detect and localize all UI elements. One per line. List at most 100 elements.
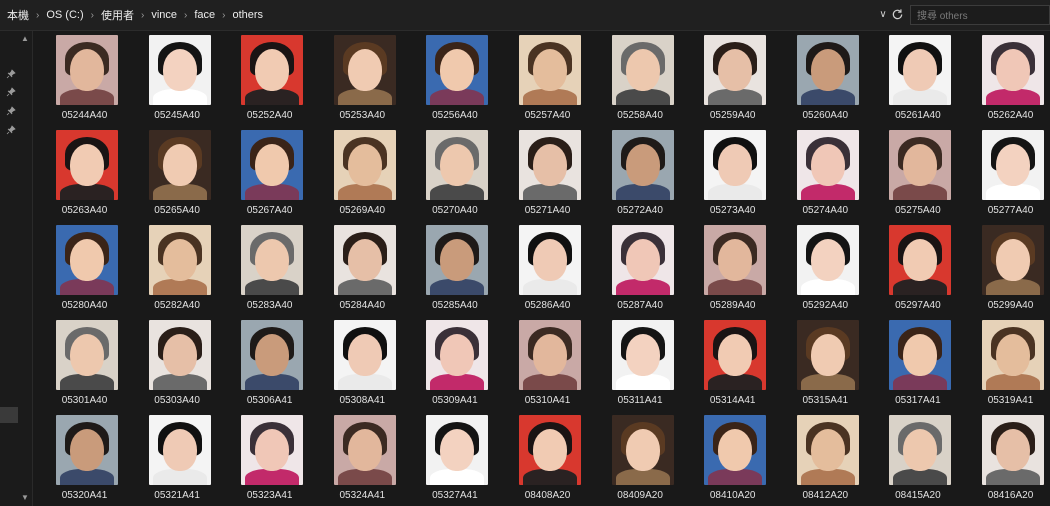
- image-thumbnail[interactable]: [148, 415, 211, 485]
- image-thumbnail[interactable]: [611, 320, 674, 390]
- file-item[interactable]: 08412A20: [779, 412, 872, 506]
- image-thumbnail[interactable]: [704, 320, 767, 390]
- image-thumbnail[interactable]: [148, 130, 211, 200]
- image-thumbnail[interactable]: [889, 35, 952, 105]
- pin-icon[interactable]: [6, 125, 16, 135]
- file-item[interactable]: 05274A40: [779, 127, 872, 222]
- pin-icon[interactable]: [6, 87, 16, 97]
- selected-nav-item[interactable]: [0, 407, 18, 423]
- file-item[interactable]: 05284A40: [316, 222, 409, 317]
- image-thumbnail[interactable]: [704, 225, 767, 295]
- image-thumbnail[interactable]: [426, 415, 489, 485]
- image-thumbnail[interactable]: [889, 225, 952, 295]
- image-thumbnail[interactable]: [611, 225, 674, 295]
- file-item[interactable]: 05256A40: [408, 32, 501, 127]
- image-thumbnail[interactable]: [796, 225, 859, 295]
- image-thumbnail[interactable]: [611, 130, 674, 200]
- file-item[interactable]: 05259A40: [686, 32, 779, 127]
- image-thumbnail[interactable]: [56, 415, 118, 485]
- file-item[interactable]: 05244A40: [38, 32, 131, 127]
- image-thumbnail[interactable]: [796, 415, 859, 485]
- file-item[interactable]: 05283A40: [223, 222, 316, 317]
- file-item[interactable]: 05269A40: [316, 127, 409, 222]
- image-thumbnail[interactable]: [704, 35, 767, 105]
- file-item[interactable]: 05277A40: [964, 127, 1050, 222]
- image-thumbnail[interactable]: [519, 320, 581, 390]
- image-thumbnail[interactable]: [982, 35, 1044, 105]
- image-thumbnail[interactable]: [56, 225, 118, 295]
- file-item[interactable]: 05311A41: [594, 317, 687, 412]
- file-item[interactable]: 05306A41: [223, 317, 316, 412]
- image-thumbnail[interactable]: [519, 225, 581, 295]
- image-thumbnail[interactable]: [704, 130, 767, 200]
- breadcrumb-item-this-pc[interactable]: 本機: [4, 7, 32, 23]
- file-item[interactable]: 05324A41: [316, 412, 409, 506]
- file-item[interactable]: 08416A20: [964, 412, 1050, 506]
- scroll-up-icon[interactable]: ▲: [20, 34, 30, 44]
- image-thumbnail[interactable]: [56, 320, 118, 390]
- file-item[interactable]: 05319A41: [964, 317, 1050, 412]
- image-thumbnail[interactable]: [56, 130, 118, 200]
- image-thumbnail[interactable]: [241, 130, 304, 200]
- image-thumbnail[interactable]: [241, 35, 304, 105]
- file-item[interactable]: 08408A20: [501, 412, 594, 506]
- file-item[interactable]: 05263A40: [38, 127, 131, 222]
- file-item[interactable]: 05292A40: [779, 222, 872, 317]
- image-thumbnail[interactable]: [148, 35, 211, 105]
- file-item[interactable]: 08410A20: [686, 412, 779, 506]
- image-thumbnail[interactable]: [982, 415, 1044, 485]
- image-thumbnail[interactable]: [796, 35, 859, 105]
- file-item[interactable]: 05327A41: [408, 412, 501, 506]
- image-thumbnail[interactable]: [333, 225, 396, 295]
- file-item[interactable]: 05308A41: [316, 317, 409, 412]
- image-thumbnail[interactable]: [889, 130, 952, 200]
- file-item[interactable]: 05287A40: [594, 222, 687, 317]
- image-thumbnail[interactable]: [889, 320, 952, 390]
- file-item[interactable]: 05270A40: [408, 127, 501, 222]
- image-thumbnail[interactable]: [241, 225, 304, 295]
- file-item[interactable]: 05271A40: [501, 127, 594, 222]
- image-thumbnail[interactable]: [519, 35, 581, 105]
- file-item[interactable]: 05273A40: [686, 127, 779, 222]
- image-thumbnail[interactable]: [333, 415, 396, 485]
- file-item[interactable]: 05252A40: [223, 32, 316, 127]
- file-item[interactable]: 05286A40: [501, 222, 594, 317]
- image-thumbnail[interactable]: [148, 225, 211, 295]
- file-item[interactable]: 05310A41: [501, 317, 594, 412]
- image-thumbnail[interactable]: [611, 35, 674, 105]
- image-thumbnail[interactable]: [704, 415, 767, 485]
- file-item[interactable]: 05261A40: [871, 32, 964, 127]
- refresh-icon[interactable]: [891, 8, 904, 21]
- file-item[interactable]: 05299A40: [964, 222, 1050, 317]
- image-thumbnail[interactable]: [241, 320, 304, 390]
- file-item[interactable]: 05267A40: [223, 127, 316, 222]
- chevron-right-icon[interactable]: ›: [87, 10, 98, 21]
- search-box[interactable]: [910, 5, 1050, 26]
- file-item[interactable]: 05303A40: [131, 317, 224, 412]
- file-item[interactable]: 05315A41: [779, 317, 872, 412]
- image-thumbnail[interactable]: [519, 415, 581, 485]
- file-item[interactable]: 05245A40: [131, 32, 224, 127]
- image-thumbnail[interactable]: [889, 415, 952, 485]
- image-thumbnail[interactable]: [426, 225, 489, 295]
- file-item[interactable]: 08409A20: [594, 412, 687, 506]
- pin-icon[interactable]: [6, 106, 16, 116]
- search-input[interactable]: [911, 7, 1049, 26]
- file-item[interactable]: 05275A40: [871, 127, 964, 222]
- breadcrumb-item-vince[interactable]: vince: [148, 9, 180, 21]
- image-thumbnail[interactable]: [982, 130, 1044, 200]
- pin-icon[interactable]: [6, 69, 16, 79]
- image-thumbnail[interactable]: [982, 320, 1044, 390]
- image-thumbnail[interactable]: [611, 415, 674, 485]
- file-item[interactable]: 05285A40: [408, 222, 501, 317]
- file-item[interactable]: 05320A41: [38, 412, 131, 506]
- file-item[interactable]: 05282A40: [131, 222, 224, 317]
- image-thumbnail[interactable]: [56, 35, 118, 105]
- chevron-right-icon[interactable]: ›: [32, 10, 43, 21]
- breadcrumb-item-users[interactable]: 使用者: [98, 7, 137, 23]
- breadcrumb-item-others[interactable]: others: [229, 9, 266, 21]
- image-thumbnail[interactable]: [333, 130, 396, 200]
- file-item[interactable]: 05257A40: [501, 32, 594, 127]
- file-item[interactable]: 05258A40: [594, 32, 687, 127]
- image-thumbnail[interactable]: [519, 130, 581, 200]
